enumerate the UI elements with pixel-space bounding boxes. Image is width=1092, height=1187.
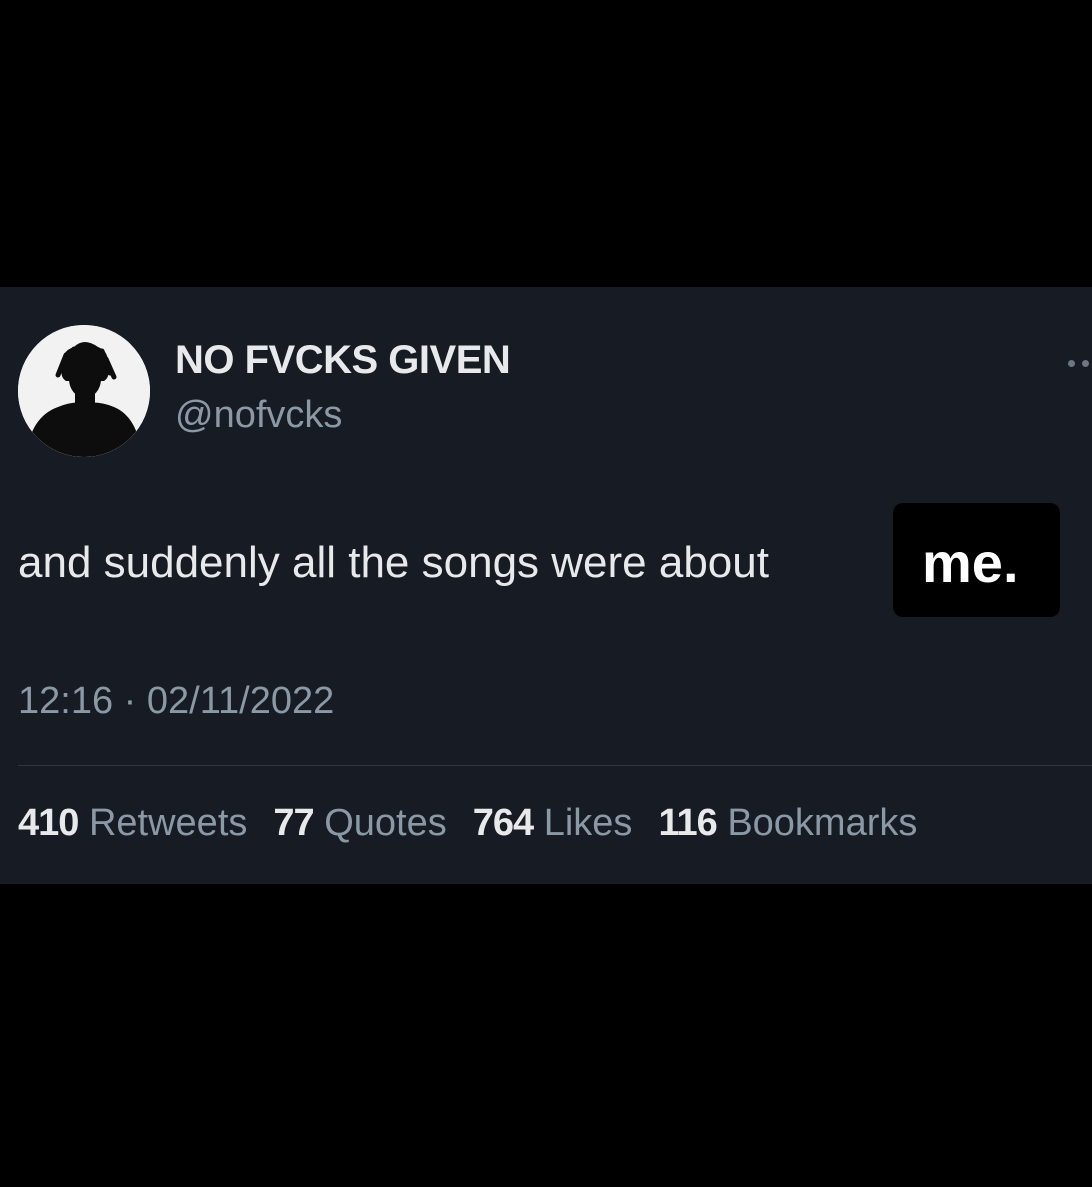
stat-retweets[interactable]: 410 Retweets bbox=[18, 802, 247, 845]
more-horizontal-icon[interactable] bbox=[1064, 355, 1092, 371]
stat-label: Bookmarks bbox=[727, 802, 918, 844]
display-name[interactable]: NO FVCKS GIVEN bbox=[175, 338, 511, 383]
stat-quotes[interactable]: 77 Quotes bbox=[273, 802, 446, 845]
avatar-silhouette-icon bbox=[18, 325, 150, 457]
highlight-word: me. bbox=[922, 531, 1019, 594]
tweet-stats: 410 Retweets 77 Quotes 764 Likes 116 Boo… bbox=[18, 802, 917, 845]
stat-likes[interactable]: 764 Likes bbox=[473, 802, 633, 845]
stat-label: Likes bbox=[543, 802, 633, 844]
timestamp[interactable]: 12:16 · 02/11/2022 bbox=[18, 680, 334, 723]
user-handle[interactable]: @nofvcks bbox=[175, 394, 342, 437]
stat-label: Retweets bbox=[88, 802, 248, 844]
stat-count: 764 bbox=[472, 802, 534, 844]
stat-label: Quotes bbox=[324, 802, 447, 844]
avatar[interactable] bbox=[18, 325, 150, 457]
stat-bookmarks[interactable]: 116 Bookmarks bbox=[658, 802, 917, 845]
stat-count: 410 bbox=[18, 802, 79, 844]
stat-count: 77 bbox=[273, 802, 314, 844]
stat-count: 116 bbox=[658, 802, 717, 844]
tweet-text: and suddenly all the songs were about bbox=[18, 538, 769, 587]
divider bbox=[18, 765, 1092, 766]
